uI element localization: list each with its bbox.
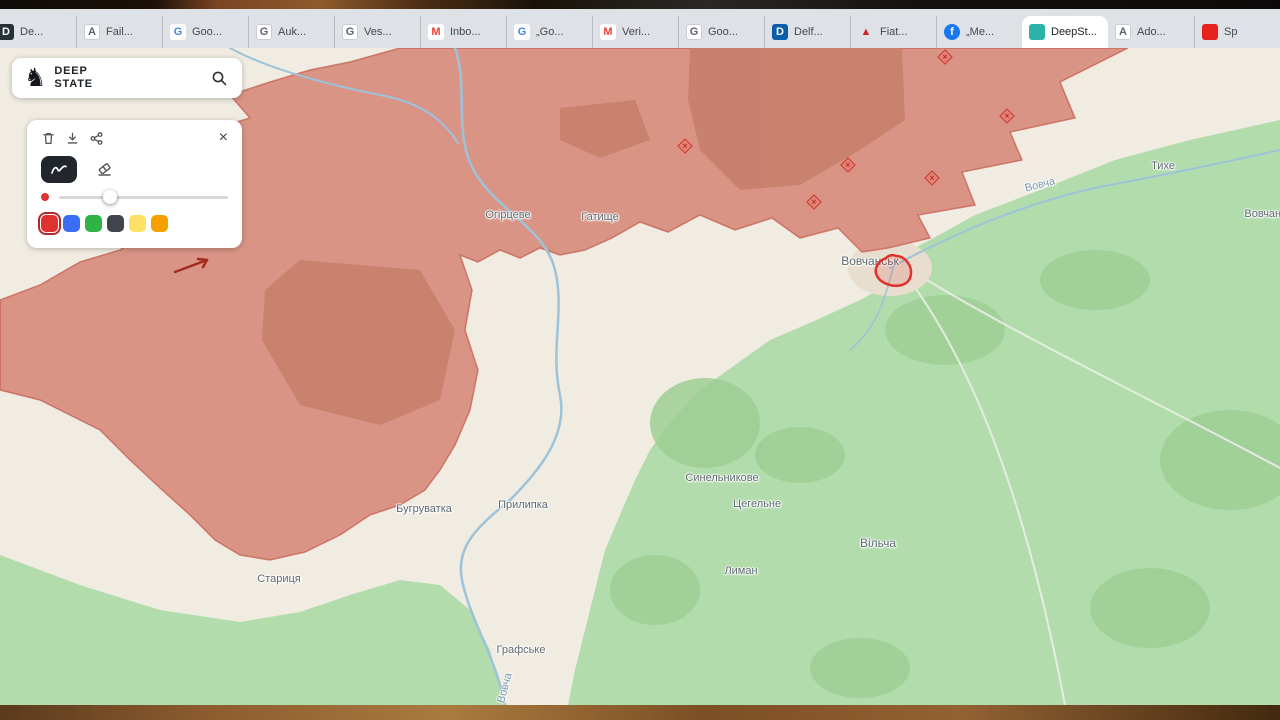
brush-size-slider-thumb[interactable] [102,190,117,204]
eraser-tool-button[interactable] [86,156,122,183]
tab-label: Sp [1224,26,1238,38]
tab-favicon: A [84,24,100,40]
tab-favicon: f [944,24,960,40]
delete-drawing-icon[interactable] [41,131,56,146]
tab-label: Ado... [1137,26,1166,38]
tab-favicon: G [342,24,358,40]
browser-tab[interactable]: G Ves... [334,16,420,48]
browser-tab[interactable]: G Goo... [162,16,248,48]
tab-label: „Go... [536,26,564,38]
share-drawing-icon[interactable] [89,131,104,146]
deepstate-header-panel: ♞ DEEP STATE [12,58,242,98]
close-panel-icon[interactable]: × [219,130,228,146]
tab-favicon: G [686,24,702,40]
tab-label: Veri... [622,26,651,38]
tab-label: Delf... [794,26,823,38]
screen: D De... A Fail... G Goo... G Auk... G Ves... M Inbo… [0,0,1280,720]
browser-tab[interactable]: DeepSt... [1022,16,1108,48]
color-swatch[interactable] [38,212,61,235]
tab-label: Inbo... [450,26,481,38]
tab-favicon: G [514,24,530,40]
desktop-wallpaper-top [0,0,1280,9]
tab-label: Fail... [106,26,133,38]
tab-favicon [1202,24,1218,40]
download-drawing-icon[interactable] [65,131,80,146]
color-swatch[interactable] [129,215,146,232]
browser-tab[interactable]: f „Me... [936,16,1022,48]
tab-favicon: M [600,24,616,40]
tab-label: Ves... [364,26,392,38]
slider-track [59,196,228,199]
color-swatch-row [38,212,228,235]
color-swatch[interactable] [107,215,124,232]
browser-tab[interactable]: A Fail... [76,16,162,48]
brand-line-2: STATE [54,78,93,90]
tab-label: Fiat... [880,26,908,38]
browser-tab[interactable]: A Ado... [1108,16,1194,48]
drawing-tools-panel: × [27,120,242,248]
browser-tab[interactable]: G Auk... [248,16,334,48]
tab-label: Auk... [278,26,307,38]
pen-tool-button[interactable] [41,155,77,183]
brush-color-dot [41,193,49,201]
tab-favicon: D [0,24,14,40]
tab-label: Goo... [192,26,222,38]
browser-tab[interactable]: G Goo... [678,16,764,48]
search-icon[interactable] [211,70,228,87]
browser-tab[interactable]: G „Go... [506,16,592,48]
tab-label: „Me... [966,26,995,38]
brush-size-slider[interactable] [59,190,228,204]
browser-tab[interactable]: Sp [1194,16,1280,48]
tab-favicon: ▲ [860,25,872,38]
tab-label: Goo... [708,26,738,38]
tab-favicon [1029,24,1045,40]
color-swatch[interactable] [151,215,168,232]
color-swatch[interactable] [63,215,80,232]
browser-tab[interactable]: D Delf... [764,16,850,48]
tab-favicon: A [1115,24,1131,40]
tab-favicon: G [170,24,186,40]
color-swatch[interactable] [85,215,102,232]
brand-line-1: DEEP [54,65,88,78]
deepstate-brand: DEEP STATE [54,65,92,90]
browser-tab[interactable]: ▲ Fiat... [850,16,936,48]
tab-favicon: M [428,24,444,40]
tab-favicon: D [772,24,788,40]
browser-tab[interactable]: D De... [0,16,76,48]
tab-label: De... [20,26,44,38]
tab-label: DeepSt... [1051,26,1097,38]
browser-tab[interactable]: M Veri... [592,16,678,48]
tab-favicon: G [256,24,272,40]
deepstate-logo-icon: ♞ [24,63,47,92]
desktop-wallpaper-bottom [0,705,1280,720]
browser-tab-bar: D De... A Fail... G Goo... G Auk... G Ves... M Inbo… [0,9,1280,48]
browser-tab[interactable]: M Inbo... [420,16,506,48]
